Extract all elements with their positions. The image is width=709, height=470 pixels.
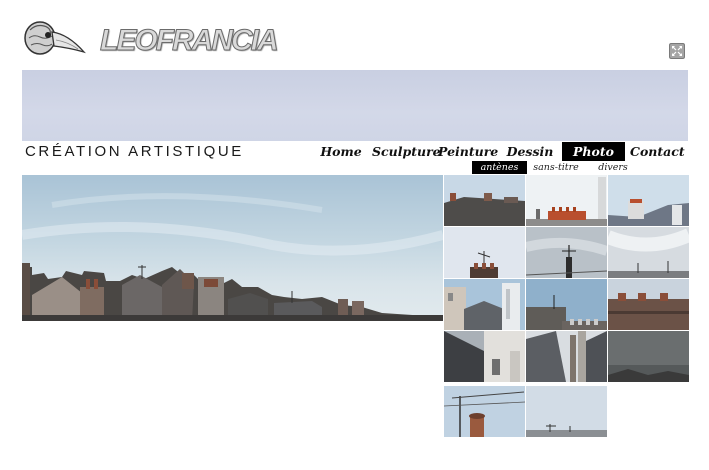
photo-thumbnail[interactable]: [444, 227, 525, 278]
nav-photo[interactable]: Photo: [562, 142, 625, 161]
photo-thumbnail[interactable]: [526, 331, 607, 382]
subnav-antenes[interactable]: antènes: [472, 161, 527, 174]
photo-subnav: antènes sans-titre divers: [0, 161, 709, 175]
fullscreen-icon: [669, 43, 685, 59]
photo-thumbnail[interactable]: [526, 386, 607, 437]
photo-thumbnail[interactable]: [608, 331, 689, 382]
photo-thumbnail[interactable]: [608, 175, 689, 226]
photo-thumbnail[interactable]: [444, 331, 525, 382]
site-logo[interactable]: LEOFRANCIA: [22, 18, 279, 62]
fullscreen-button[interactable]: [669, 43, 685, 59]
nav-home[interactable]: Home: [318, 142, 364, 161]
photo-thumbnail[interactable]: [526, 279, 607, 330]
subnav-divers[interactable]: divers: [594, 161, 632, 174]
photo-thumbnail[interactable]: [526, 175, 607, 226]
nav-sculpture[interactable]: Sculpture: [372, 142, 441, 161]
photo-thumbnail[interactable]: [444, 386, 525, 437]
mask-logo-icon: [22, 18, 86, 62]
header-banner: [22, 70, 688, 141]
photo-thumbnail[interactable]: [608, 227, 689, 278]
photo-thumbnail[interactable]: [444, 175, 525, 226]
nav-peinture[interactable]: Peinture: [438, 142, 498, 161]
photo-thumbnail[interactable]: [444, 279, 525, 330]
nav-dessin[interactable]: Dessin: [505, 142, 555, 161]
photo-thumbnail[interactable]: [608, 279, 689, 330]
nav-contact[interactable]: Contact: [630, 142, 685, 161]
logo-text: LEOFRANCIA: [100, 24, 280, 58]
photo-thumbnail[interactable]: [526, 227, 607, 278]
main-nav: Home Sculpture Peinture Dessin Photo Con…: [0, 142, 709, 162]
subnav-sans-titre[interactable]: sans-titre: [530, 161, 582, 174]
main-photo: [22, 175, 443, 321]
